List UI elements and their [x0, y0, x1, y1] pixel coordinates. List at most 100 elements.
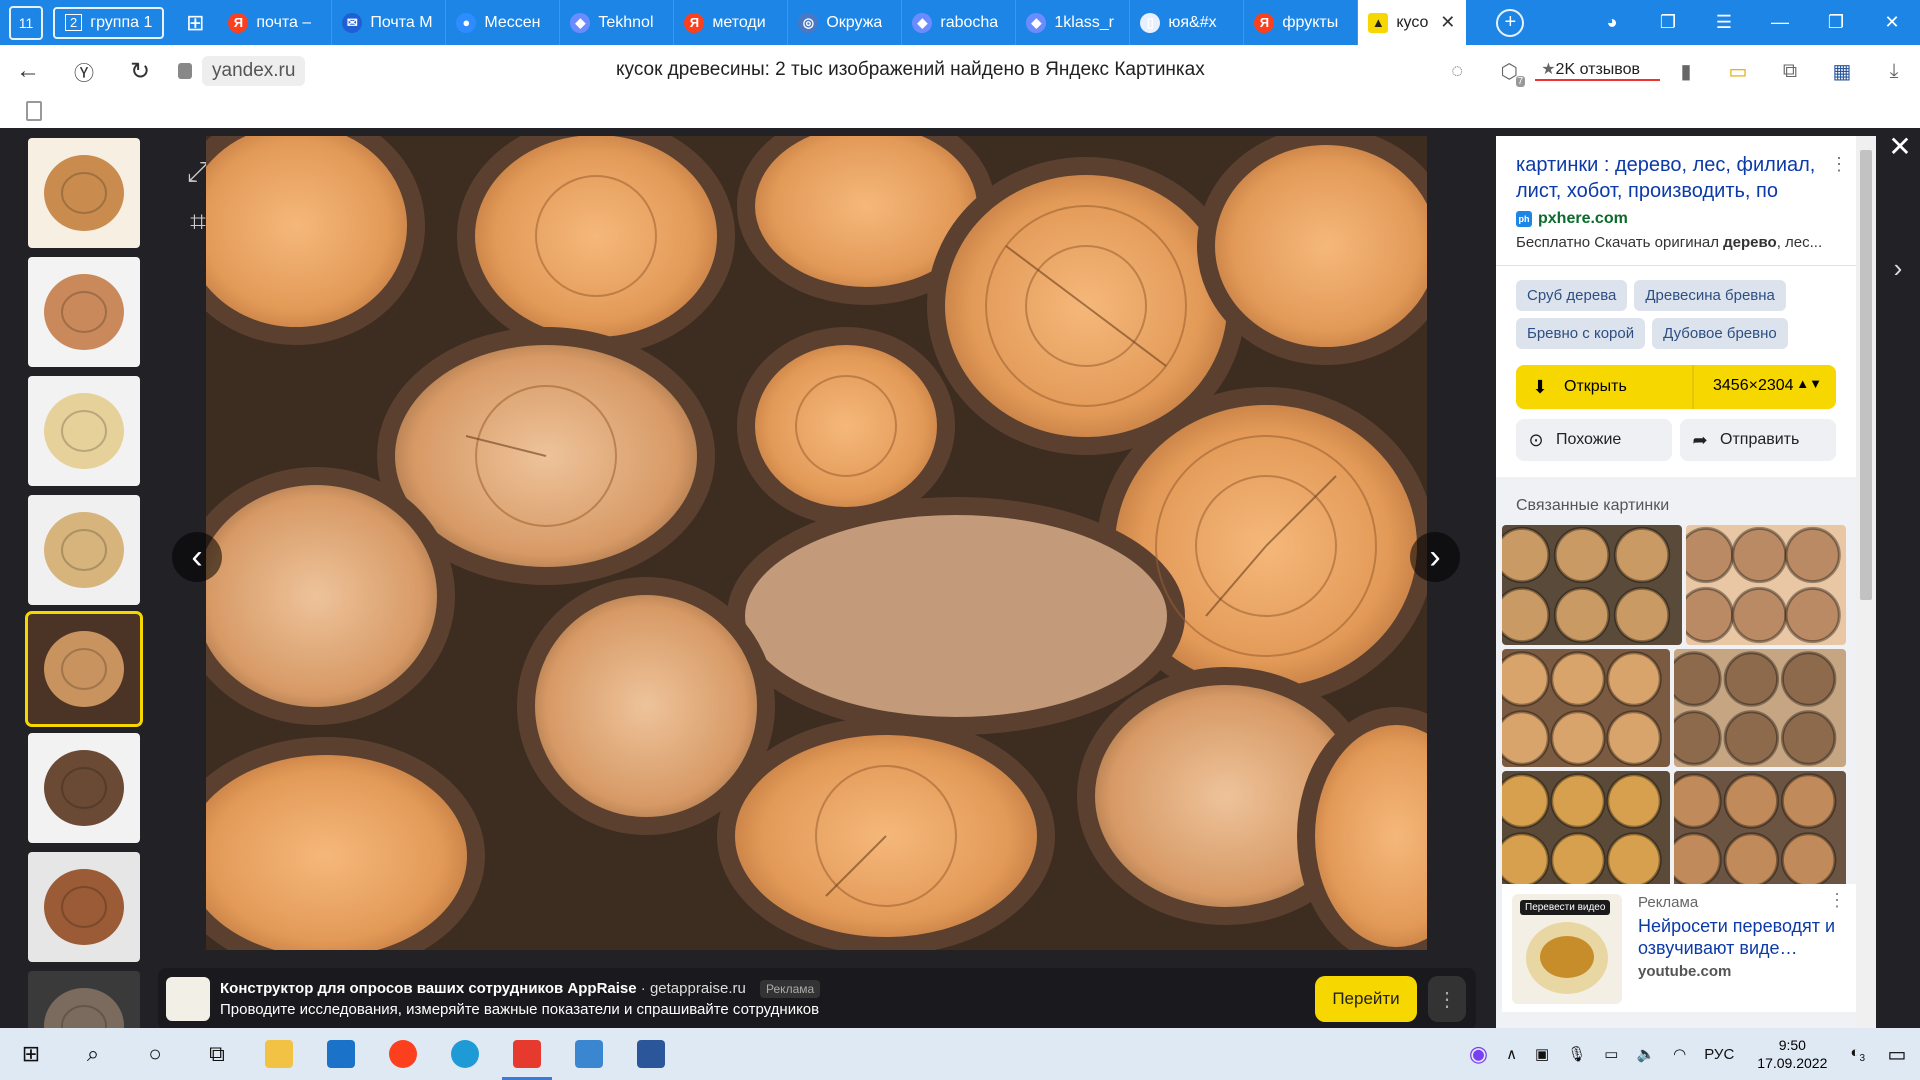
related-image[interactable] — [1502, 525, 1682, 645]
panel-ad-headline[interactable]: Нейросети переводят и озвучивают виде… — [1638, 915, 1848, 959]
tab-counter-button[interactable]: 11 — [9, 5, 43, 40]
main-image[interactable] — [206, 136, 1427, 950]
thumbnail[interactable] — [28, 733, 140, 843]
task-view-icon[interactable]: ⧉ — [186, 1028, 248, 1080]
tag-chip[interactable]: Сруб дерева — [1516, 280, 1628, 311]
tab[interactable]: ▯ юя&#x — [1130, 0, 1245, 45]
clock[interactable]: 9:50 17.09.2022 — [1743, 1036, 1841, 1072]
tab[interactable]: ✉ Почта М — [332, 0, 447, 45]
bookmark-icon[interactable]: ▮ — [1660, 45, 1712, 97]
tab-group-button[interactable]: 2 группа 1 — [53, 6, 165, 39]
related-image[interactable] — [1686, 525, 1846, 645]
word-extension-icon[interactable]: ▦ — [1816, 45, 1868, 97]
tab[interactable]: ◆ rabocha — [902, 0, 1017, 45]
tab-active[interactable]: ▲ кусо ✕ — [1358, 0, 1467, 45]
yandex-icon[interactable]: Ⓨ — [56, 45, 112, 97]
tag-chip[interactable]: Дубовое бревно — [1652, 318, 1788, 349]
yandex-browser-icon[interactable] — [496, 1028, 558, 1080]
reviews-link[interactable]: ★2K отзывов — [1535, 61, 1660, 81]
similar-button[interactable]: ⊙ Похожие — [1516, 419, 1672, 461]
word-icon[interactable] — [620, 1028, 682, 1080]
mail-icon[interactable] — [310, 1028, 372, 1080]
volume-icon[interactable]: 🔈 — [1627, 1045, 1664, 1063]
tab[interactable]: Япочта – — [218, 0, 333, 45]
yandex-app-icon[interactable] — [372, 1028, 434, 1080]
close-window-icon[interactable]: ✕ — [1864, 0, 1920, 45]
thumbnail[interactable] — [28, 376, 140, 486]
translate-icon[interactable]: ⧉ — [1764, 45, 1816, 97]
comment-icon[interactable]: ◌ — [1431, 45, 1483, 97]
search-icon[interactable]: ⌕ — [62, 1028, 124, 1080]
related-image[interactable] — [1502, 771, 1670, 889]
tab[interactable]: Яфрукты — [1244, 0, 1359, 45]
reload-icon[interactable]: ↻ — [112, 45, 168, 97]
thumbnail[interactable] — [28, 257, 140, 367]
edge-icon[interactable] — [434, 1028, 496, 1080]
thumbnail[interactable] — [28, 138, 140, 248]
extension-icon[interactable]: ⬡ 7 — [1483, 45, 1535, 97]
tray-chevron-icon[interactable]: ∧ — [1497, 1045, 1526, 1063]
new-tab-button[interactable]: + — [1496, 8, 1525, 37]
panel-scrollbar[interactable] — [1856, 136, 1876, 1028]
profile-icon[interactable]: ◕ — [1584, 0, 1640, 45]
tab[interactable]: Яметоди — [674, 0, 789, 45]
back-icon[interactable]: ← — [0, 45, 56, 97]
new-group-icon[interactable]: ⊞ — [178, 8, 212, 38]
tag-chip[interactable]: Бревно с корой — [1516, 318, 1646, 349]
download-icon[interactable]: ⤓ — [1868, 45, 1920, 97]
open-button[interactable]: ⬇ Открыть 3456×2304 ▲▼ — [1516, 365, 1836, 409]
start-icon[interactable]: ⊞ — [0, 1028, 62, 1080]
close-viewer-icon[interactable]: ✕ — [1880, 128, 1920, 164]
source-title[interactable]: картинки : дерево, лес, филиал, лист, хо… — [1516, 152, 1836, 204]
tab[interactable]: ● Мессен — [446, 0, 561, 45]
tab-close-icon[interactable]: ✕ — [1440, 12, 1455, 33]
url-host[interactable]: yandex.ru — [202, 56, 306, 86]
tab-strip: Япочта – ✉ Почта М ● Мессен ◆ Tekhnol Яметоди ◎ О… — [218, 0, 1359, 45]
file-explorer-icon[interactable] — [248, 1028, 310, 1080]
thumbnail[interactable] — [28, 852, 140, 962]
related-image[interactable] — [1502, 649, 1670, 767]
thumbnail[interactable] — [28, 495, 140, 605]
document-icon[interactable] — [26, 101, 42, 121]
panel-ad-more-icon[interactable]: ⋮ — [1828, 890, 1846, 911]
next-image-arrow[interactable]: › — [1410, 532, 1460, 582]
source-host[interactable]: ph pxhere.com — [1516, 210, 1838, 228]
tag-chip[interactable]: Древесина бревна — [1634, 280, 1786, 311]
thumbnail[interactable] — [25, 611, 143, 727]
minimize-icon[interactable]: — — [1752, 0, 1808, 45]
mic-icon[interactable]: 🎙 — [1558, 1045, 1595, 1063]
size-dropdown-icon[interactable]: ▲▼ — [1796, 376, 1822, 391]
cortana-icon[interactable]: ○ — [124, 1028, 186, 1080]
prev-image-arrow[interactable]: ‹ — [172, 532, 222, 582]
related-image-art — [1502, 525, 1682, 645]
related-image[interactable] — [1674, 649, 1846, 767]
tab[interactable]: ◎ Окружа — [788, 0, 903, 45]
ad-title-line: Конструктор для опросов ваших сотруднико… — [220, 980, 821, 998]
restore-icon[interactable]: ❐ — [1808, 0, 1864, 45]
battery-tray-icon[interactable]: ▭ — [1595, 1045, 1627, 1063]
panel-scroll-thumb[interactable] — [1860, 150, 1872, 600]
send-button[interactable]: ➦ Отправить — [1680, 419, 1836, 461]
ad-banner[interactable]: Конструктор для опросов ваших сотруднико… — [158, 968, 1476, 1030]
notifications-icon[interactable]: ▭ — [1874, 1028, 1920, 1080]
ad-more-icon[interactable]: ⋮ — [1428, 976, 1466, 1022]
url-field[interactable]: yandex.ru — [178, 56, 306, 86]
battery-icon[interactable]: ▭ — [1712, 45, 1764, 97]
tab[interactable]: ◆ 1klass_r — [1016, 0, 1131, 45]
avatar-notif[interactable]: ◐3 — [1841, 1044, 1874, 1064]
collections-icon[interactable]: ❐ — [1640, 0, 1696, 45]
size-selector[interactable]: 3456×2304 — [1713, 377, 1794, 395]
alice-icon[interactable]: ◉ — [1460, 1041, 1497, 1067]
source-more-icon[interactable]: ⋮ — [1830, 154, 1848, 175]
camera-icon[interactable]: ▣ — [1526, 1045, 1558, 1063]
tab[interactable]: ◆ Tekhnol — [560, 0, 675, 45]
photos-icon[interactable] — [558, 1028, 620, 1080]
source-host-label: pxhere.com — [1538, 210, 1628, 227]
related-image[interactable] — [1674, 771, 1846, 889]
panel-ad-card[interactable]: Перевести видео Реклама Нейросети перево… — [1502, 884, 1856, 1012]
language-indicator[interactable]: РУС — [1695, 1046, 1743, 1063]
ad-go-button[interactable]: Перейти — [1315, 976, 1417, 1022]
wifi-icon[interactable]: ◠ — [1664, 1045, 1695, 1063]
panel-next-icon[interactable]: › — [1878, 238, 1918, 298]
menu-icon[interactable]: ☰ — [1696, 0, 1752, 45]
